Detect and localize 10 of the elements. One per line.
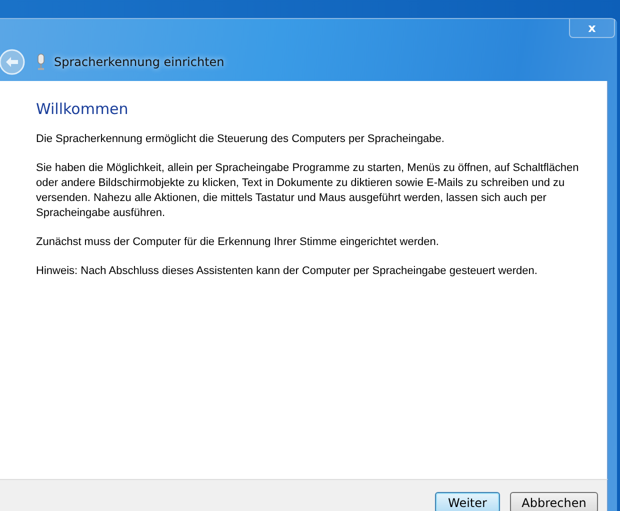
wizard-button[interactable]: Weiter	[435, 492, 500, 511]
window-title: Spracherkennung einrichten	[54, 55, 224, 69]
back-arrow-icon[interactable]	[0, 49, 25, 75]
paragraph: Hinweis: Nach Abschluss dieses Assistenten kann der Computer per Spracheingabe gesteuert werden.	[36, 264, 538, 279]
wizard-button[interactable]: Abbrechen	[510, 492, 598, 511]
paragraph: Die Spracherkennung ermöglicht die Steuerung des Computers per Spracheingabe.	[36, 132, 446, 147]
paragraph: Sie haben die Möglichkeit, allein per Spracheingabe Programme zu starten, Menüs zu öffnen, auf Schaltflächen oder andere Bildschirmobjekte zu klicken, Text in Dokumente zu diktieren sowie E-Mails zu schreiben und zu versenden. Nahezu alle Aktionen, die mittels Tastatur und Maus ausgeführt werden, lassen sich auch per Spracheingabe ausführen.	[36, 161, 580, 221]
page-heading: Willkommen	[36, 100, 130, 118]
paragraph: Zunächst muss der Computer für die Erkennung Ihrer Stimme eingerichtet werden.	[36, 235, 440, 250]
microphone-icon	[36, 53, 46, 71]
